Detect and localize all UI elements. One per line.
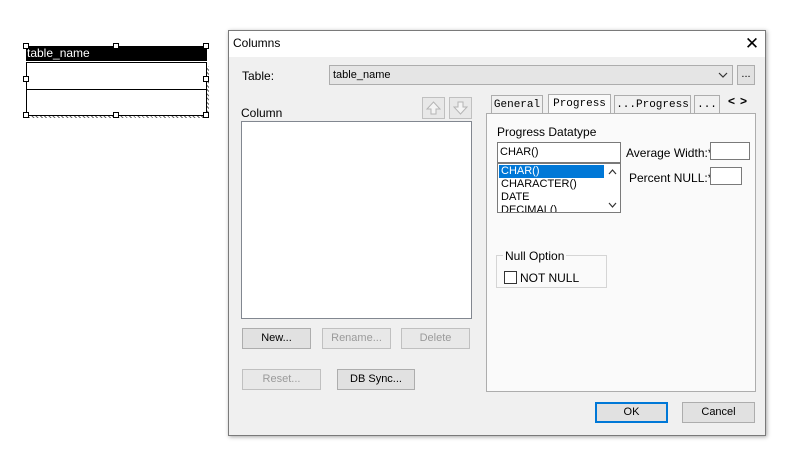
resize-handle[interactable] — [23, 43, 29, 49]
column-list[interactable] — [241, 121, 472, 319]
tab-extended-progress[interactable]: ...Progress — [614, 95, 691, 114]
cancel-button[interactable]: Cancel — [682, 402, 755, 423]
datatype-dropdown-list[interactable]: CHAR() CHARACTER() DATE DECIMAL() — [497, 163, 621, 213]
tab-scroll-buttons: < > — [724, 93, 750, 109]
percent-null-input[interactable] — [710, 167, 742, 185]
resize-handle[interactable] — [23, 76, 29, 82]
scroll-down-icon[interactable] — [608, 202, 617, 208]
arrow-down-icon — [452, 101, 469, 115]
new-button[interactable]: New... — [242, 328, 311, 349]
tab-overflow[interactable]: ... — [694, 95, 720, 114]
resize-handle[interactable] — [203, 112, 209, 118]
progress-tab-panel: Progress Datatype CHAR() CHAR() CHARACTE… — [486, 113, 756, 392]
datatype-option[interactable]: CHARACTER() — [499, 178, 604, 191]
scroll-up-icon[interactable] — [608, 169, 617, 175]
not-null-label[interactable]: NOT NULL — [520, 271, 579, 285]
table-select-value: table_name — [333, 69, 391, 81]
progress-datatype-input[interactable]: CHAR() — [497, 142, 621, 163]
progress-datatype-label: Progress Datatype — [497, 125, 597, 139]
percent-null-label: Percent NULL:* — [629, 171, 713, 185]
resize-handle[interactable] — [203, 43, 209, 49]
reset-button[interactable]: Reset... — [242, 369, 321, 390]
table-shape-divider — [27, 89, 206, 90]
chevron-down-icon — [718, 72, 728, 78]
tab-progress[interactable]: Progress — [548, 94, 611, 114]
dialog-title: Columns — [233, 36, 281, 50]
average-width-label: Average Width:* — [626, 146, 713, 160]
datatype-option[interactable]: DECIMAL() — [499, 204, 604, 212]
average-width-input[interactable] — [710, 142, 750, 160]
dialog-titlebar[interactable]: Columns ✕ — [229, 31, 765, 57]
move-up-button[interactable] — [422, 97, 445, 119]
browse-table-button[interactable]: ... — [737, 65, 755, 85]
resize-handle[interactable] — [23, 112, 29, 118]
datatype-option[interactable]: CHAR() — [499, 165, 604, 178]
move-down-button[interactable] — [449, 97, 472, 119]
delete-button[interactable]: Delete — [401, 328, 470, 349]
close-icon[interactable]: ✕ — [741, 33, 763, 55]
not-null-checkbox[interactable] — [504, 271, 517, 284]
resize-handle[interactable] — [113, 112, 119, 118]
resize-handle[interactable] — [203, 76, 209, 82]
arrow-up-icon — [425, 101, 442, 115]
null-option-label: Null Option — [503, 249, 567, 263]
chevron-right-icon[interactable]: > — [740, 93, 747, 109]
rename-button[interactable]: Rename... — [322, 328, 391, 349]
db-sync-button[interactable]: DB Sync... — [337, 369, 415, 390]
datatype-option[interactable]: DATE — [499, 191, 604, 204]
progress-datatype-value: CHAR() — [500, 146, 539, 158]
ok-button[interactable]: OK — [595, 402, 668, 423]
tab-general[interactable]: General — [491, 95, 543, 114]
columns-dialog: Columns ✕ Table: table_name ... Column N… — [228, 30, 766, 436]
table-select[interactable]: table_name — [329, 65, 733, 85]
table-label: Table: — [242, 69, 275, 83]
chevron-left-icon[interactable]: < — [728, 93, 735, 109]
column-label: Column — [241, 106, 283, 120]
resize-handle[interactable] — [113, 43, 119, 49]
